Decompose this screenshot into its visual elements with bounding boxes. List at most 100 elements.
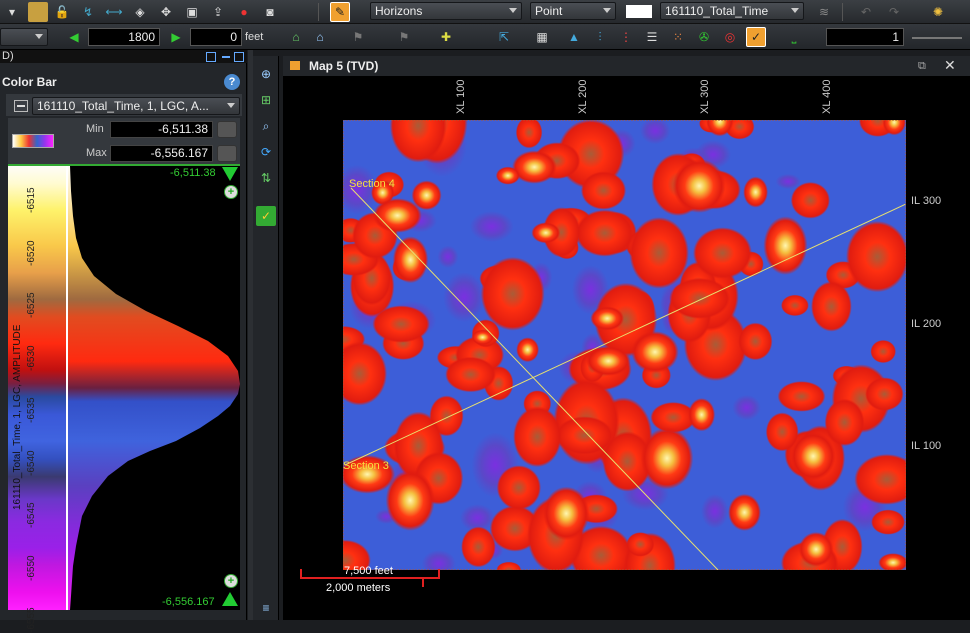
list-icon[interactable]: ☰ (642, 27, 662, 47)
zoom-in-icon[interactable]: + (224, 185, 238, 199)
hot-blob (385, 469, 435, 531)
section-4-label[interactable]: Section 4 (349, 178, 395, 190)
close-icon[interactable]: ✕ (944, 57, 956, 74)
pencil-icon[interactable]: ✎ (330, 2, 350, 22)
maximize-icon[interactable] (234, 52, 244, 62)
color-swatch[interactable] (626, 5, 652, 18)
chevron-down-icon (227, 103, 235, 108)
color-bar-tick-label: -6550 (26, 554, 37, 581)
save-icon[interactable] (28, 2, 48, 22)
next-icon[interactable]: ▶ (166, 27, 186, 47)
horizon-select[interactable]: 161110_Total_Time (660, 2, 804, 20)
share-icon[interactable]: ⇪ (208, 2, 228, 22)
warm-blob (865, 377, 904, 411)
max-field[interactable]: -6,556.167 (110, 145, 213, 162)
eraser-icon[interactable]: ◈ (130, 2, 150, 22)
undo-icon[interactable]: ↶ (856, 2, 876, 22)
axis-icon[interactable]: ↯ (78, 2, 98, 22)
offset-field[interactable]: 0 (190, 28, 242, 46)
zoom-field[interactable]: 1800 (88, 28, 160, 46)
collapse-strip-icon[interactable]: ≡ (256, 598, 276, 618)
warm-blob (629, 217, 689, 289)
bottom-marker-triangle[interactable] (222, 592, 238, 606)
minimize-icon[interactable] (222, 56, 230, 58)
attribute-select[interactable]: 161110_Total_Time, 1, LGC, A... (32, 97, 240, 115)
scale-tick (300, 569, 302, 579)
min-field[interactable]: -6,511.38 (110, 121, 213, 138)
colormap-preview[interactable] (12, 134, 54, 148)
panel-settings-icon[interactable] (206, 52, 216, 62)
zoom-fit-icon[interactable]: ⊞ (256, 90, 276, 110)
section-3-label[interactable]: Section 3 (343, 460, 389, 472)
refresh-icon[interactable]: ⟳ (256, 142, 276, 162)
well-icon[interactable]: ⫶ (590, 27, 610, 47)
layer-select[interactable]: Horizons (370, 2, 522, 20)
bookmark-icon[interactable]: ⚑ (348, 27, 368, 47)
hot-blob (631, 331, 679, 373)
compass-icon[interactable]: ◎ (720, 27, 740, 47)
pan-icon[interactable]: ✥ (156, 2, 176, 22)
warm-blob (693, 227, 752, 279)
delete-icon[interactable]: ● (234, 2, 254, 22)
grid-icon[interactable]: ▦ (532, 27, 552, 47)
hot-blob (763, 216, 808, 275)
unit-label: feet (245, 31, 264, 43)
warm-blob (777, 381, 826, 412)
warm-blob (480, 257, 545, 331)
scale-feet-label: 7,500 feet (344, 565, 393, 577)
main-toolbar: ▾ 🔓 ↯ ⟷ ◈ ✥ ▣ ⇪ ● ◙ ✎ Horizons Point 161… (0, 0, 970, 24)
zoom-window-icon[interactable]: ⊕ (256, 64, 276, 84)
highlight-icon[interactable]: ✓ (256, 206, 276, 226)
ruler-icon[interactable]: ⎵ (784, 27, 804, 47)
previous-icon[interactable]: ◀ (64, 27, 84, 47)
color-bar-tick-label: -6515 (26, 187, 37, 213)
sun-icon[interactable]: ✺ (928, 2, 948, 22)
dots-icon[interactable]: ⁙ (668, 27, 688, 47)
cool-blob (443, 272, 486, 323)
xl-label: XL 200 (577, 79, 589, 114)
mode-select[interactable]: Point (530, 2, 616, 20)
min-reset-button[interactable] (217, 121, 237, 138)
right-field[interactable]: 1 (826, 28, 904, 46)
map-tools-strip: ⊕ ⊞ ⌕ ⟳ ⇅ ✓ ≡ (253, 56, 279, 620)
magnify-icon[interactable]: ⌕ (256, 116, 276, 136)
bookmark-next-icon[interactable]: ⚑ (394, 27, 414, 47)
dropdown-arrow-icon[interactable]: ▾ (2, 2, 22, 22)
measure-icon[interactable]: ⟷ (104, 2, 124, 22)
lock-icon[interactable]: 🔓 (52, 2, 72, 22)
hot-blob (471, 329, 494, 346)
camera-icon[interactable]: ◙ (260, 2, 280, 22)
warm-blob (575, 209, 634, 257)
color-bar-tick-label: -6520 (26, 239, 37, 266)
home-icon[interactable]: ⌂ (286, 27, 306, 47)
color-bar-tick-label: -6555 (26, 607, 37, 633)
triangle-icon[interactable]: ▲ (564, 27, 584, 47)
paint-icon[interactable]: ✓ (746, 27, 766, 47)
max-reset-button[interactable] (217, 145, 237, 162)
hot-blob (728, 493, 761, 531)
warm-blob (626, 532, 655, 557)
redo-icon[interactable]: ↷ (884, 2, 904, 22)
restore-icon[interactable]: ⧉ (918, 60, 930, 72)
sort-icon[interactable]: ⇅ (256, 168, 276, 188)
warm-blob (871, 509, 906, 535)
left-select[interactable] (0, 28, 48, 46)
slider-track[interactable] (912, 37, 962, 39)
wheel-icon[interactable]: ✇ (694, 27, 714, 47)
hot-blob (586, 346, 631, 376)
zoom-in-bottom-icon[interactable]: + (224, 574, 238, 588)
home-up-icon[interactable]: ⌂ (310, 27, 330, 47)
help-icon[interactable]: ? (224, 74, 240, 90)
separator (318, 3, 319, 21)
top-value-label: -6,511.38 (170, 167, 216, 179)
add-point-icon[interactable]: ✚ (436, 27, 456, 47)
pick-icon[interactable]: ⇱ (494, 27, 514, 47)
il-label: IL 300 (911, 195, 942, 207)
bars-icon[interactable]: ⋮ (616, 27, 636, 47)
top-marker-triangle[interactable] (222, 167, 238, 181)
map-title-bar: Map 5 (TVD) (283, 56, 970, 76)
layers-icon[interactable]: ≋ (814, 2, 834, 22)
horizon-map[interactable] (343, 120, 906, 570)
window-icon[interactable]: ▣ (182, 2, 202, 22)
collapse-icon[interactable] (14, 100, 28, 112)
